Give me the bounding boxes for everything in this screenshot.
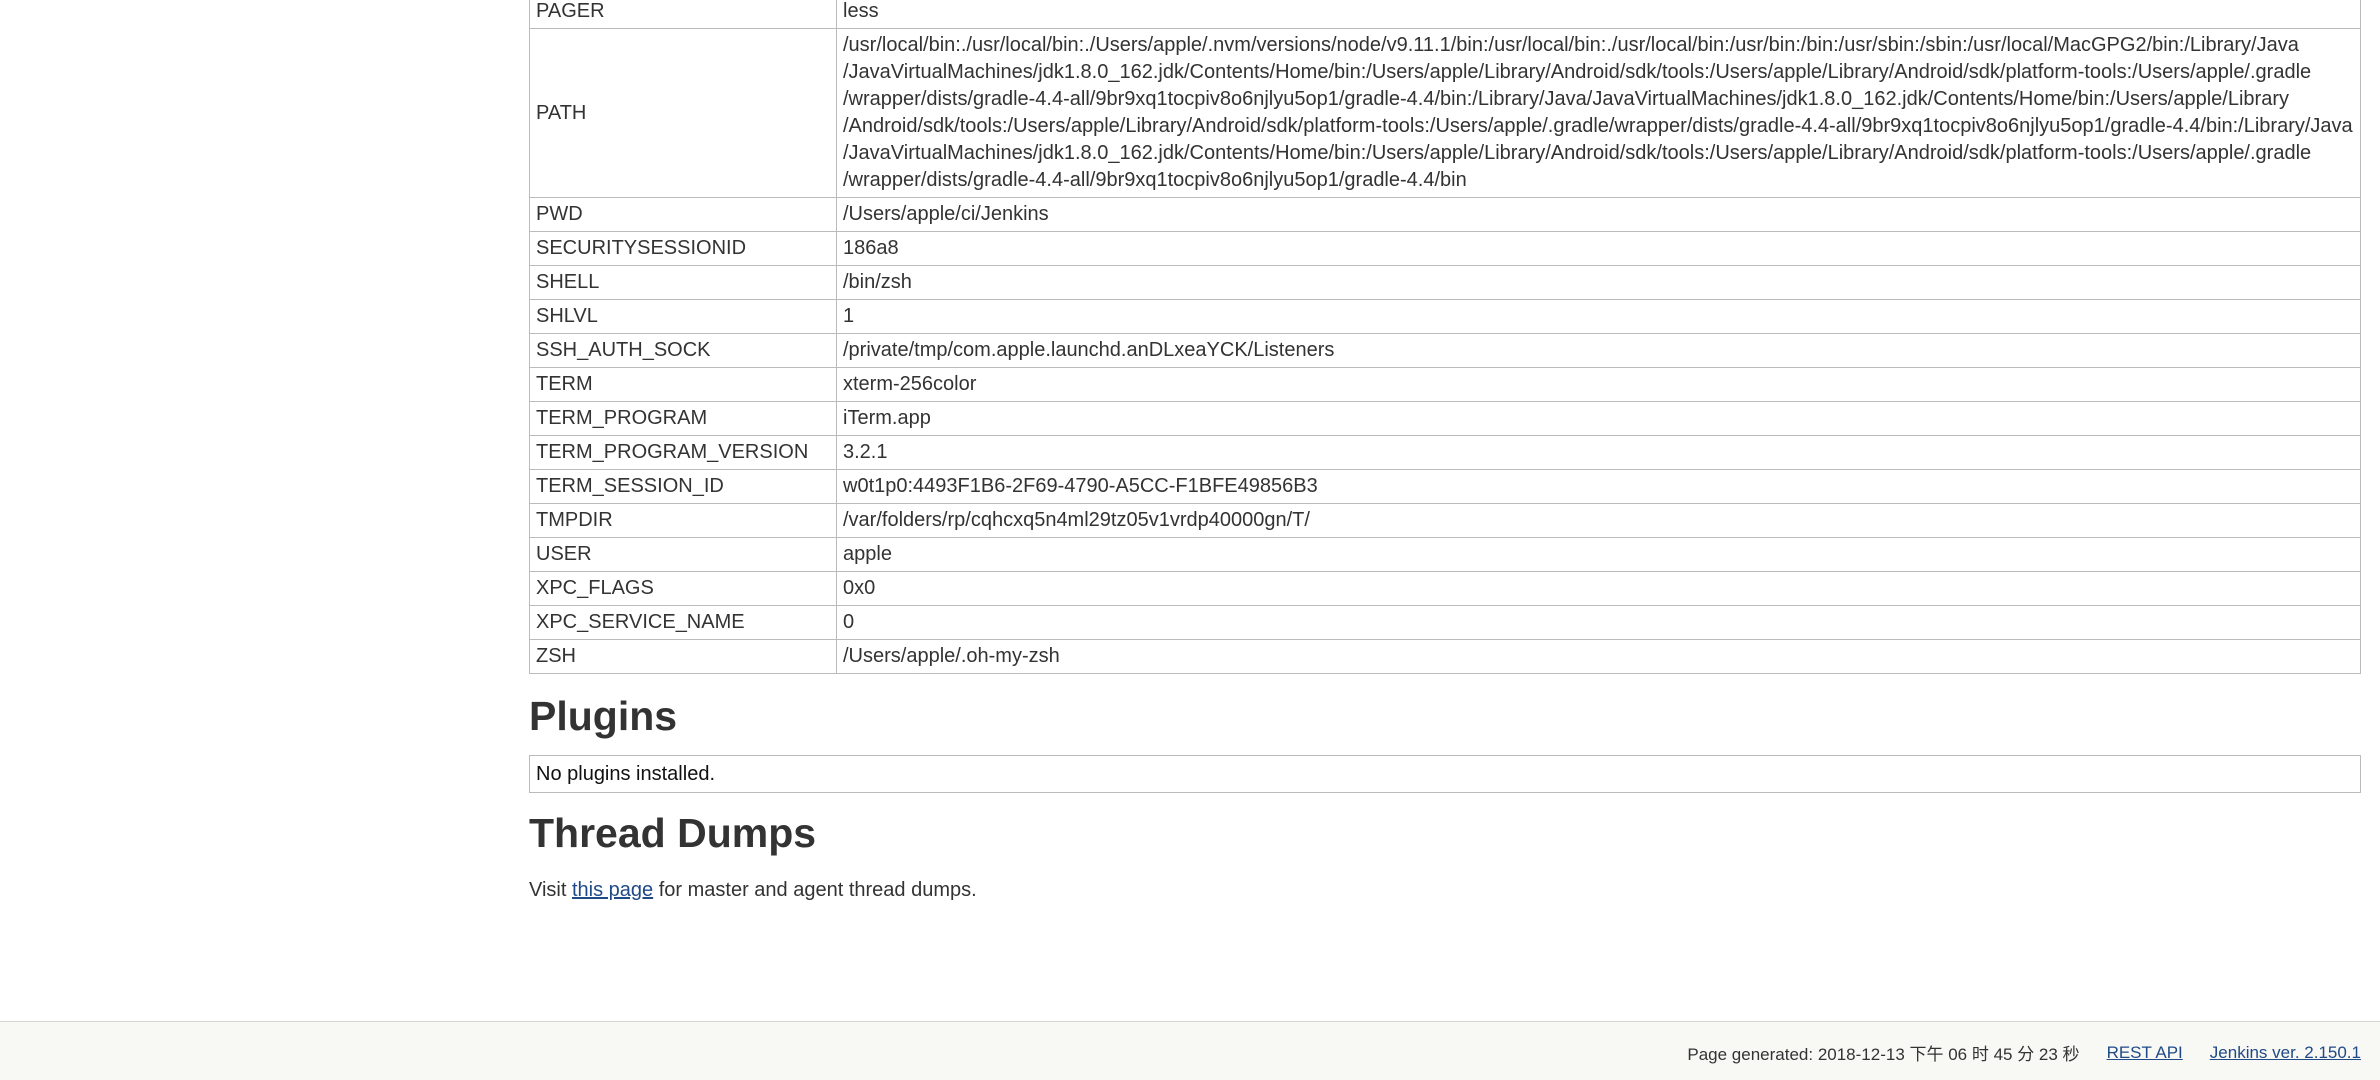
env-var-name: SECURITYSESSIONID — [529, 231, 837, 266]
environment-variables-table: PAGER less PATH/usr/local/bin:./usr/local/… — [529, 0, 2361, 674]
env-var-value-line: /wrapper/dists/gradle-4.4-all/9br9xq1toc… — [843, 169, 1467, 191]
env-var-value-line: apple — [843, 543, 892, 565]
env-var-value-line: /JavaVirtualMachines/jdk1.8.0_162.jdk/Co… — [843, 142, 2312, 164]
env-var-value-line: /Users/apple/ci/Jenkins — [843, 203, 1049, 225]
environment-variables-body: PAGER less PATH/usr/local/bin:./usr/local/… — [529, 0, 2361, 674]
env-var-value-line: /wrapper/dists/gradle-4.4-all/9br9xq1toc… — [843, 88, 2289, 110]
env-var-value-line: less — [843, 0, 879, 22]
jenkins-version-link[interactable]: Jenkins ver. 2.150.1 — [2210, 1043, 2361, 1063]
plugins-heading: Plugins — [529, 693, 678, 739]
env-var-value: xterm-256color — [836, 367, 2361, 402]
thread-dumps-heading: Thread Dumps — [529, 810, 817, 856]
env-var-name: PWD — [529, 197, 837, 232]
env-var-row: ZSH/Users/apple/.oh-my-zsh — [529, 639, 2361, 674]
env-var-value-line: iTerm.app — [843, 407, 931, 429]
env-var-name: TMPDIR — [529, 503, 837, 538]
env-var-row: TERM xterm-256color — [529, 367, 2361, 402]
env-var-value: /usr/local/bin:./usr/local/bin:./Users/a… — [836, 28, 2361, 198]
env-var-row: XPC_FLAGS 0x0 — [529, 571, 2361, 606]
env-var-row: TERM_PROGRAM_VERSION 3.2.1 — [529, 435, 2361, 470]
thread-dumps-link[interactable]: this page — [572, 879, 653, 901]
env-var-value: /var/folders/rp/cqhcxq5n4ml29tz05v1vrdp4… — [836, 503, 2361, 538]
env-var-value: /bin/zsh — [836, 265, 2361, 300]
env-var-value-line: /bin/zsh — [843, 271, 912, 293]
page-generated-timestamp: Page generated: 2018-12-13 下午 06 时 45 分 … — [1687, 1045, 2080, 1064]
env-var-row: PATH/usr/local/bin:./usr/local/bin:./Use… — [529, 28, 2361, 198]
thread-dumps-text: Visit this page for master and agent thr… — [529, 877, 2361, 904]
env-var-name: TERM — [529, 367, 837, 402]
env-var-value: 1 — [836, 299, 2361, 334]
env-var-value-line: 186a8 — [843, 237, 899, 259]
env-var-value-line: 0x0 — [843, 577, 876, 599]
env-var-value: w0t1p0:4493F1B6-2F69-4790-A5CC-F1BFE4985… — [836, 469, 2361, 504]
env-var-name: USER — [529, 537, 837, 572]
page: PAGER less PATH/usr/local/bin:./usr/local/… — [0, 0, 2380, 1080]
env-var-row: PWD/Users/apple/ci/Jenkins — [529, 197, 2361, 232]
env-var-name: XPC_SERVICE_NAME — [529, 605, 837, 640]
env-var-row: TMPDIR/var/folders/rp/cqhcxq5n4ml29tz05v… — [529, 503, 2361, 538]
env-var-name: ZSH — [529, 639, 837, 674]
env-var-value: 0 — [836, 605, 2361, 640]
env-var-row: XPC_SERVICE_NAME 0 — [529, 605, 2361, 640]
env-var-value-line: /private/tmp/com.apple.launchd.anDLxeaYC… — [843, 339, 1335, 361]
env-var-row: PAGER less — [529, 0, 2361, 29]
env-var-value-line: /JavaVirtualMachines/jdk1.8.0_162.jdk/Co… — [843, 61, 2312, 83]
env-var-value: 0x0 — [836, 571, 2361, 606]
env-var-row: SHLVL 1 — [529, 299, 2361, 334]
env-var-value-line: /Android/sdk/tools:/Users/apple/Library/… — [843, 115, 2353, 137]
env-var-value: 3.2.1 — [836, 435, 2361, 470]
env-var-value-line: 3.2.1 — [843, 441, 888, 463]
env-var-value-line: /usr/local/bin:./usr/local/bin:./Users/a… — [843, 34, 2299, 56]
env-var-row: TERM_PROGRAM iTerm.app — [529, 401, 2361, 436]
env-var-value: /Users/apple/ci/Jenkins — [836, 197, 2361, 232]
env-var-row: TERM_SESSION_ID w0t1p0:4493F1B6-2F69-4790… — [529, 469, 2361, 504]
env-var-row: SSH_AUTH_SOCK/private/tmp/com.apple.laun… — [529, 333, 2361, 368]
env-var-value-line: w0t1p0:4493F1B6-2F69-4790-A5CC-F1BFE4985… — [843, 475, 1318, 497]
thread-dumps-text-before: Visit — [529, 879, 572, 901]
page-footer: Page generated: 2018-12-13 下午 06 时 45 分 … — [0, 1021, 2380, 1080]
env-var-value: less — [836, 0, 2361, 29]
env-var-row: SECURITYSESSIONID 186a8 — [529, 231, 2361, 266]
env-var-value-line: /Users/apple/.oh-my-zsh — [843, 645, 1060, 667]
env-var-value-line: 0 — [843, 611, 855, 633]
env-var-value: iTerm.app — [836, 401, 2361, 436]
env-var-name: PAGER — [529, 0, 837, 29]
env-var-name: TERM_PROGRAM_VERSION — [529, 435, 837, 470]
env-var-name: TERM_SESSION_ID — [529, 469, 837, 504]
env-var-name: PATH — [529, 28, 837, 198]
env-var-value: apple — [836, 537, 2361, 572]
env-var-name: SSH_AUTH_SOCK — [529, 333, 837, 368]
env-var-name: SHELL — [529, 265, 837, 300]
env-var-row: USER apple — [529, 537, 2361, 572]
main-content: PAGER less PATH/usr/local/bin:./usr/local/… — [529, 0, 2361, 904]
thread-dumps-text-after: for master and agent thread dumps. — [653, 879, 977, 901]
rest-api-link[interactable]: REST API — [2107, 1043, 2183, 1063]
footer-links: Page generated: 2018-12-13 下午 06 时 45 分 … — [1687, 1040, 2361, 1065]
env-var-value: 186a8 — [836, 231, 2361, 266]
env-var-value: /private/tmp/com.apple.launchd.anDLxeaYC… — [836, 333, 2361, 368]
plugins-empty-message: No plugins installed. — [529, 755, 2361, 793]
env-var-row: SHELL/bin/zsh — [529, 265, 2361, 300]
env-var-name: XPC_FLAGS — [529, 571, 837, 606]
env-var-value-line: 1 — [843, 305, 855, 327]
env-var-value: /Users/apple/.oh-my-zsh — [836, 639, 2361, 674]
env-var-name: TERM_PROGRAM — [529, 401, 837, 436]
env-var-name: SHLVL — [529, 299, 837, 334]
env-var-value-line: /var/folders/rp/cqhcxq5n4ml29tz05v1vrdp4… — [843, 509, 1310, 531]
env-var-value-line: xterm-256color — [843, 373, 977, 395]
